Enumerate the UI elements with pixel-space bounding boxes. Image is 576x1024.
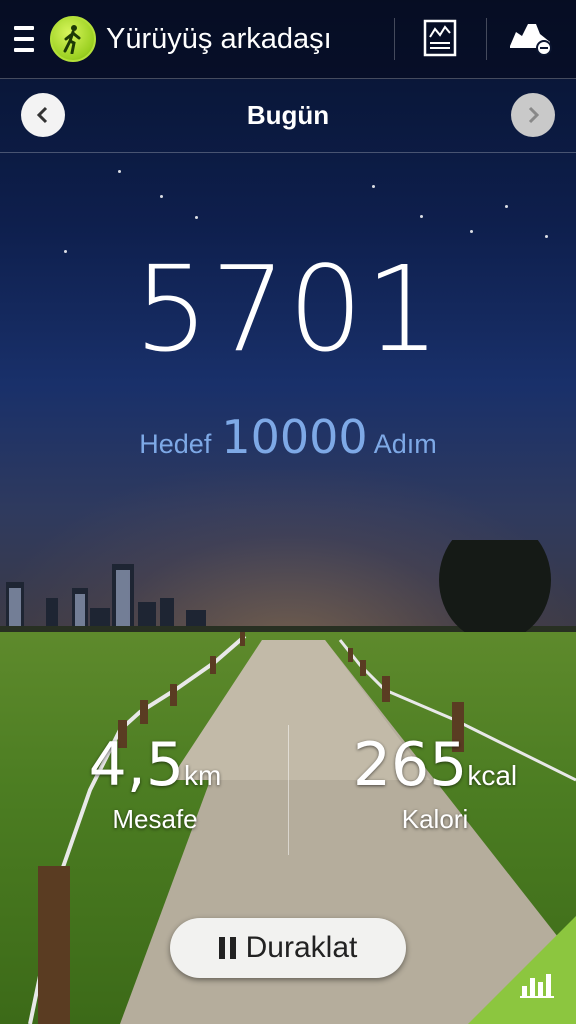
header-divider — [394, 18, 395, 60]
goal-suffix: Adım — [373, 429, 437, 459]
calories-stat: 265kcal Kalori — [330, 730, 540, 835]
distance-label: Mesafe — [112, 804, 198, 834]
date-navigation-bar: Bugün — [0, 78, 576, 153]
walker-icon — [50, 16, 96, 62]
bar-chart-icon[interactable] — [520, 972, 554, 998]
step-goal: Hedef 10000 Adım — [0, 410, 576, 464]
top-app-bar: Yürüyüş arkadaşı — [0, 0, 576, 79]
chevron-right-icon[interactable] — [511, 93, 555, 137]
calories-unit: kcal — [467, 760, 518, 791]
pause-button-label: Duraklat — [245, 931, 358, 964]
shoe-icon[interactable] — [506, 14, 554, 62]
calories-value: 265 — [352, 730, 468, 800]
walking-path — [28, 632, 576, 1024]
distance-value: 4,5 — [88, 730, 185, 800]
distance-unit: km — [184, 760, 222, 791]
menu-icon[interactable] — [14, 24, 36, 54]
step-count: 5701 — [133, 240, 443, 378]
pause-icon — [218, 937, 236, 959]
date-label: Bugün — [246, 100, 330, 130]
goal-prefix: Hedef — [139, 429, 212, 459]
pause-button[interactable]: Duraklat — [170, 918, 406, 978]
stats-corner-button[interactable] — [468, 916, 576, 1024]
stats-divider — [288, 725, 289, 855]
app-title: Yürüyüş arkadaşı — [106, 22, 332, 55]
chart-list-icon[interactable] — [416, 14, 464, 62]
goal-value: 10000 — [221, 410, 368, 464]
distance-stat: 4,5km Mesafe — [60, 730, 250, 835]
calories-label: Kalori — [401, 804, 469, 834]
header-divider — [486, 18, 487, 60]
